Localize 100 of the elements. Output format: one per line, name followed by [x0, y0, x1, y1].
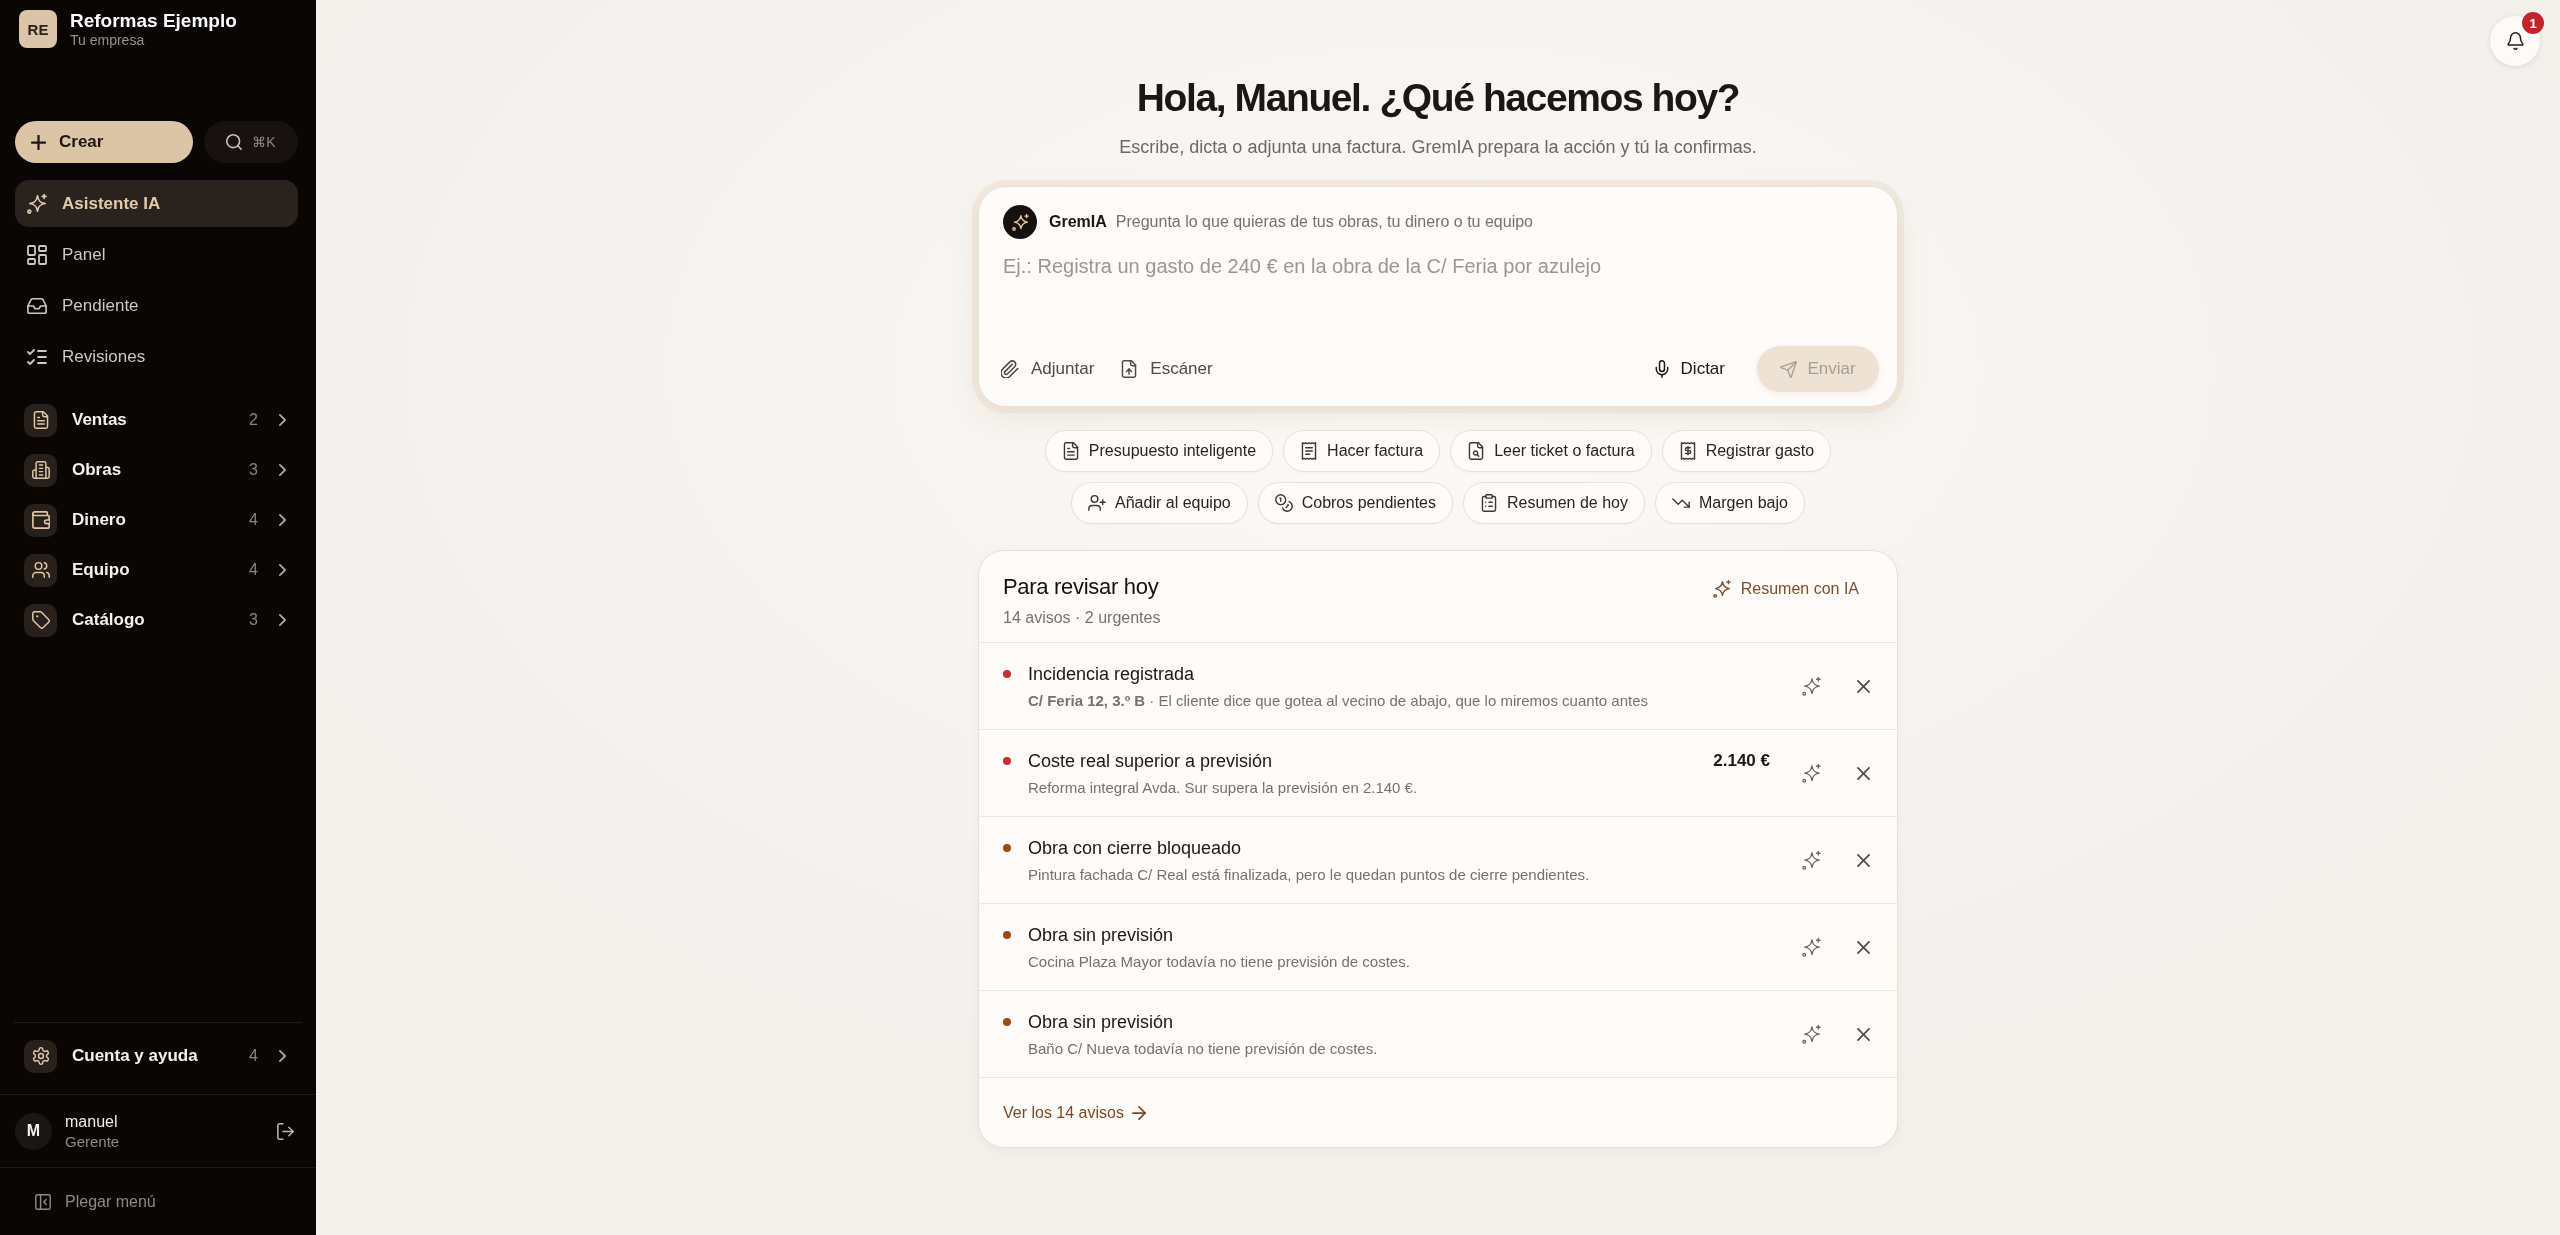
- sparkle-icon: [1712, 580, 1731, 598]
- greeting-title: Hola, Manuel. ¿Qué hacemos hoy?: [1136, 75, 1740, 121]
- file-search-icon: [1467, 442, 1486, 460]
- chevron-right-icon: [279, 614, 286, 626]
- close-icon: [1856, 766, 1870, 780]
- review-summary: 14 avisos · 2 urgentes: [1003, 608, 1161, 628]
- nav-group[interactable]: Obras 3: [15, 447, 298, 493]
- notifications-button[interactable]: [2490, 16, 2540, 66]
- coins-icon: [1274, 494, 1293, 512]
- quick-action-chip[interactable]: Cobros pendientes: [1257, 482, 1453, 524]
- assistant-hint: Pregunta lo que quieras de tus obras, tu dinero o tu equipo: [1115, 213, 1533, 231]
- alert-title: Obra sin previsión: [1028, 1010, 1175, 1034]
- ai-summary-button[interactable]: Resumen con IA: [1698, 574, 1873, 604]
- arrow-right-icon: [1131, 1105, 1146, 1120]
- alert-detail: C/ Feria 12, 3.º B · El cliente dice que gotea al vecino de abajo, que lo miremos cuanto antes: [1028, 690, 1649, 711]
- sparkle-icon: [1801, 850, 1821, 870]
- inbox-icon: [27, 295, 47, 316]
- add-person-icon: [1088, 494, 1107, 512]
- nav-group[interactable]: Catálogo 3: [15, 597, 298, 643]
- sparkle-icon: [27, 193, 47, 214]
- dictate-button[interactable]: Dictar: [1642, 349, 1735, 389]
- sparkle-icon: [1801, 676, 1821, 696]
- item-count: 2: [249, 411, 258, 429]
- review-title: Para revisar hoy: [1003, 573, 1160, 601]
- create-button[interactable]: Crear: [15, 121, 193, 163]
- chevron-right-icon: [279, 514, 286, 526]
- settings-icon: [24, 1039, 57, 1073]
- view-all-link[interactable]: Ver los 14 avisos: [1003, 1103, 1146, 1122]
- item-count: 4: [249, 511, 258, 529]
- greeting-subtitle: Escribe, dicta o adjunta una factura. GremIA prepara la acción y tú la confirmas.: [1119, 136, 1757, 159]
- bell-icon: [2506, 32, 2524, 50]
- user-role: Gerente: [65, 1132, 120, 1150]
- send-icon: [1780, 360, 1798, 378]
- alert-detail: Cocina Plaza Mayor todavía no tiene previsión de costes.: [1028, 951, 1411, 972]
- alert-detail: Pintura fachada C/ Real está finalizada, pero le quedan puntos de cierre pendientes.: [1028, 864, 1591, 885]
- quick-action-chip[interactable]: Resumen de hoy: [1463, 482, 1645, 524]
- close-icon: [1856, 940, 1870, 954]
- quick-action-chip[interactable]: Añadir al equipo: [1071, 482, 1248, 524]
- checklist-icon: [27, 346, 47, 367]
- quick-action-chip[interactable]: Registrar gasto: [1661, 430, 1832, 472]
- plus-icon: [31, 134, 46, 150]
- notification-badge: 1: [2522, 12, 2544, 34]
- user-avatar: M: [15, 1112, 52, 1150]
- scan-button[interactable]: Escáner: [1110, 349, 1223, 389]
- sparkle-icon: [1003, 205, 1037, 239]
- chevron-right-icon: [279, 464, 286, 476]
- alert-title: Obra con cierre bloqueado: [1028, 836, 1243, 860]
- search-icon: [226, 134, 243, 150]
- alert-title: Obra sin previsión: [1028, 923, 1175, 947]
- logout-icon: [277, 1122, 294, 1140]
- close-icon: [1856, 1027, 1870, 1041]
- clipboard-list-icon: [1480, 494, 1498, 512]
- collapse-menu-button[interactable]: Plegar menú: [28, 1186, 163, 1217]
- account-group[interactable]: Cuenta y ayuda 4: [14, 1033, 302, 1079]
- nav-group[interactable]: Equipo 4: [15, 547, 298, 593]
- document-icon: [24, 403, 57, 437]
- company-tagline: Tu empresa: [70, 32, 146, 48]
- close-icon: [1856, 853, 1870, 867]
- company-name: Reformas Ejemplo: [70, 10, 237, 32]
- building-icon: [24, 453, 57, 487]
- alert-amount: 2.140 €: [1713, 750, 1770, 771]
- logout-button[interactable]: [277, 1122, 294, 1140]
- sidebar-panel-icon: [35, 1193, 51, 1210]
- grid-icon: [27, 244, 47, 265]
- paperclip-icon: [1001, 360, 1019, 378]
- nav-item[interactable]: Pendiente: [15, 282, 298, 329]
- receipt-icon: [1300, 442, 1319, 460]
- nav-item[interactable]: Asistente IA: [15, 180, 298, 227]
- assistant-name: GremIA: [1049, 213, 1107, 231]
- nav-group[interactable]: Ventas 2: [15, 397, 298, 443]
- nav-group[interactable]: Dinero 4: [15, 497, 298, 543]
- people-icon: [24, 553, 57, 587]
- close-icon: [1856, 679, 1870, 693]
- sparkle-icon: [1801, 1024, 1821, 1044]
- nav-item[interactable]: Revisiones: [15, 333, 298, 380]
- item-count: 3: [249, 461, 258, 479]
- user-name: manuel: [65, 1112, 119, 1131]
- quick-action-chip[interactable]: Leer ticket o factura: [1450, 430, 1652, 472]
- attach-button[interactable]: Adjuntar: [991, 349, 1105, 389]
- sparkle-icon: [1801, 763, 1821, 783]
- wallet-icon: [24, 503, 57, 537]
- message-input[interactable]: Ej.: Registra un gasto de 240 € en la obra de la C/ Feria por azulejo: [991, 249, 1879, 346]
- company-logo: RE: [19, 10, 57, 48]
- file-upload-icon: [1120, 360, 1139, 378]
- nav-item[interactable]: Panel: [15, 231, 298, 278]
- chevron-right-icon: [279, 1050, 286, 1062]
- item-count: 3: [249, 611, 258, 629]
- document-icon: [1061, 442, 1080, 460]
- chevron-right-icon: [279, 414, 286, 426]
- quick-action-chip[interactable]: Margen bajo: [1654, 482, 1805, 524]
- tag-icon: [24, 603, 57, 637]
- item-count: 4: [249, 561, 258, 579]
- alert-title: Coste real superior a previsión: [1028, 749, 1274, 773]
- quick-action-chip[interactable]: Presupuesto inteligente: [1044, 430, 1274, 472]
- sparkle-icon: [1801, 937, 1821, 957]
- search-button[interactable]: ⌘K: [204, 121, 298, 163]
- quick-action-chip[interactable]: Hacer factura: [1283, 430, 1441, 472]
- dollar-receipt-icon: [1678, 442, 1697, 460]
- item-count: 4: [249, 1047, 258, 1065]
- alert-detail: Reforma integral Avda. Sur supera la previsión en 2.140 €.: [1028, 777, 1419, 798]
